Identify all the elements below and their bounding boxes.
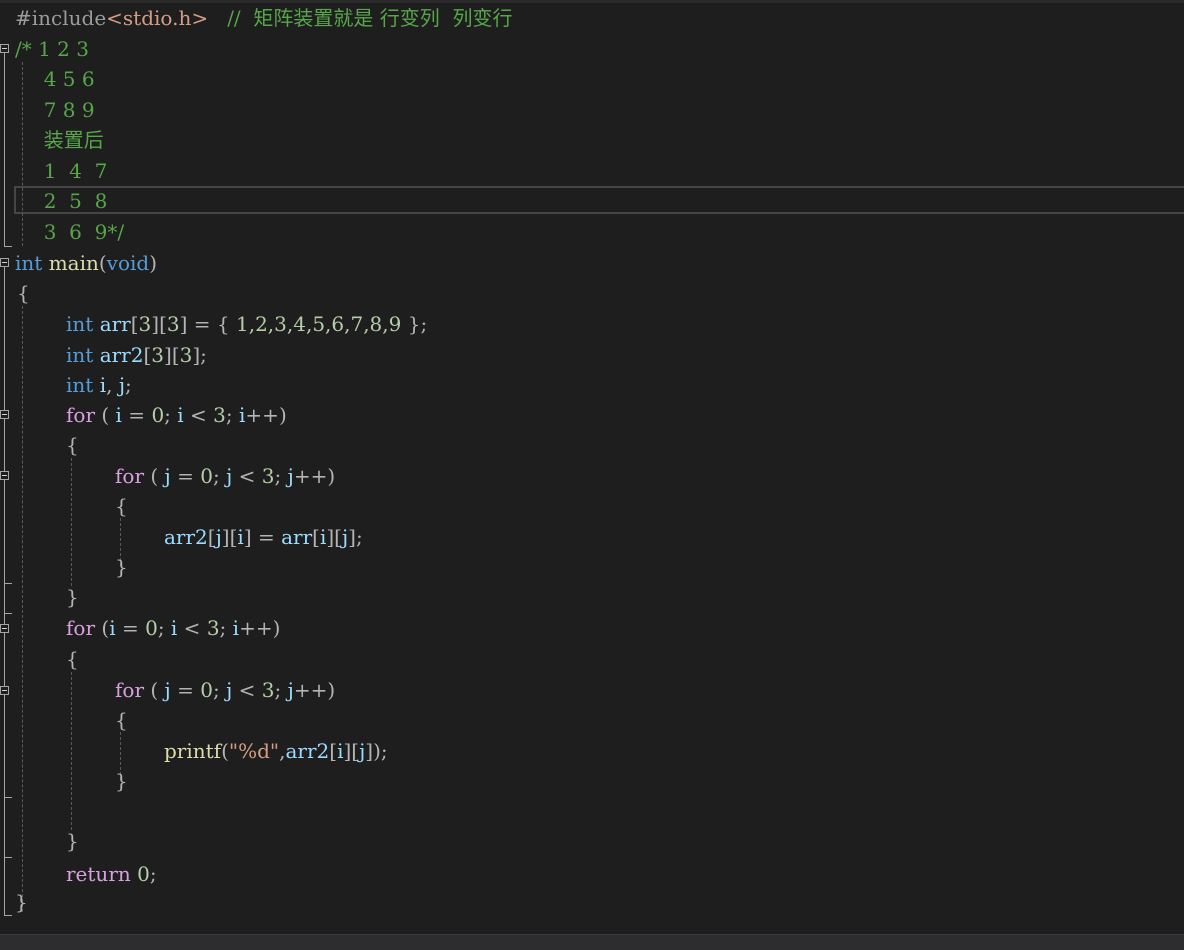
code-line: int arr[3][3] = { 1,2,3,4,5,6,7,8,9 }; — [66, 312, 428, 336]
code-line: for ( j = 0; j < 3; j++) — [115, 678, 336, 702]
keyword: int — [66, 373, 94, 397]
include-directive: #include — [15, 6, 107, 30]
code-line: #include<stdio.h> // 矩阵装置就是 行变列 列变行 — [15, 3, 512, 33]
fold-line — [4, 53, 5, 246]
current-line-highlight — [14, 186, 1184, 214]
fold-toggle-icon[interactable] — [0, 624, 9, 633]
code-line: int i, j; — [66, 373, 132, 397]
code-line: for ( i = 0; i < 3; i++) — [66, 403, 287, 427]
indent-guide — [22, 306, 23, 912]
indent-guide — [71, 672, 72, 830]
code-editor[interactable]: #include<stdio.h> // 矩阵装置就是 行变列 列变行 /* 1… — [0, 0, 1184, 950]
code-line: /* 1 2 3 — [15, 37, 89, 61]
fold-toggle-icon[interactable] — [0, 471, 9, 480]
code-line: } — [115, 555, 128, 579]
code-line: 3 6 9*/ — [31, 220, 125, 244]
code-line: return 0; — [66, 862, 157, 886]
keyword: return — [66, 862, 131, 886]
code-line: 装置后 — [31, 128, 104, 152]
code-line: } — [66, 829, 79, 853]
code-line: for (i = 0; i < 3; i++) — [66, 616, 281, 640]
code-line: { — [66, 647, 79, 671]
keyword: void — [106, 251, 150, 275]
keyword: for — [115, 678, 145, 702]
fold-end — [4, 613, 12, 614]
keyword: int — [66, 343, 94, 367]
variable: arr — [99, 312, 131, 336]
code-line: 7 8 9 — [31, 98, 95, 122]
fold-toggle-icon[interactable] — [0, 686, 9, 695]
format-string: "%d" — [228, 739, 280, 763]
variable: arr2 — [99, 343, 144, 367]
code-line: { — [66, 433, 79, 457]
keyword: for — [66, 403, 96, 427]
code-line: int arr2[3][3]; — [66, 343, 207, 367]
keyword: for — [115, 464, 145, 488]
code-line: { — [17, 281, 30, 305]
fold-end — [4, 797, 12, 798]
code-line: 2 5 8 — [31, 189, 108, 213]
code-line: } — [115, 769, 128, 793]
fold-toggle-icon[interactable] — [0, 410, 9, 419]
array-initializer: 1,2,3,4,5,6,7,8,9 — [235, 312, 402, 336]
fold-line — [4, 267, 5, 915]
keyword: for — [66, 616, 96, 640]
fold-toggle-icon[interactable] — [0, 44, 9, 53]
keyword: int — [15, 251, 43, 275]
fold-end — [4, 915, 12, 916]
code-line: 4 5 6 — [31, 67, 95, 91]
fold-end — [4, 857, 12, 858]
fold-end — [4, 583, 12, 584]
code-line: 1 4 7 — [31, 159, 108, 183]
code-line: } — [66, 585, 79, 609]
code-line: { — [115, 708, 128, 732]
function-name: printf — [164, 739, 222, 763]
horizontal-scrollbar[interactable] — [0, 934, 1184, 950]
keyword: int — [66, 312, 94, 336]
fold-end — [4, 246, 12, 247]
include-header: <stdio.h> — [106, 6, 209, 30]
code-line: { — [115, 494, 128, 518]
function-name: main — [48, 251, 99, 275]
code-line: } — [15, 890, 28, 914]
code-line: printf("%d",arr2[i][j]); — [164, 739, 388, 763]
code-line: int main(void) — [15, 251, 158, 275]
fold-toggle-icon[interactable] — [0, 258, 9, 267]
indent-guide — [22, 62, 23, 246]
include-comment: // 矩阵装置就是 行变列 列变行 — [227, 6, 513, 30]
code-line: arr2[j][i] = arr[i][j]; — [164, 525, 363, 549]
indent-guide — [71, 458, 72, 586]
code-line: for ( j = 0; j < 3; j++) — [115, 464, 336, 488]
